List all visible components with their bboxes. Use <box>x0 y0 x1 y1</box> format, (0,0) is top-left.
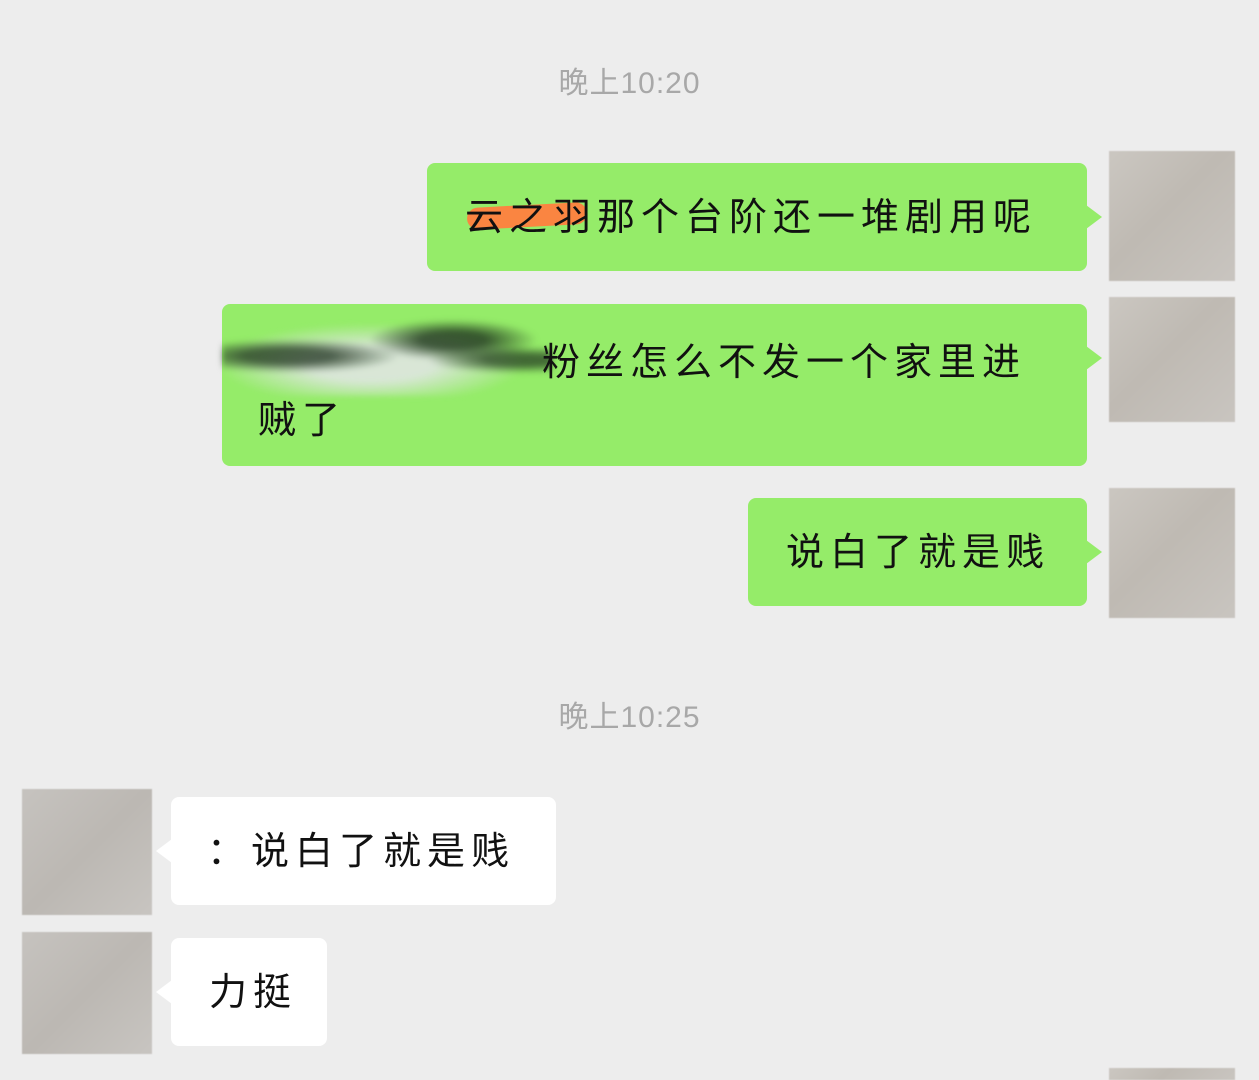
outgoing-message-bubble[interactable]: 说白了就是贱 <box>748 498 1102 606</box>
contact-avatar[interactable] <box>22 789 152 915</box>
incoming-message-bubble[interactable]: ：说白了就是贱 <box>156 797 556 905</box>
contact-avatar[interactable] <box>22 932 152 1054</box>
message-text: 云之羽那个台阶还一堆剧用呢 <box>465 195 1038 239</box>
incoming-message-bubble[interactable]: 力挺 <box>156 938 327 1046</box>
my-avatar[interactable] <box>1109 1068 1235 1080</box>
my-avatar[interactable] <box>1109 151 1235 281</box>
message-text: 力挺 <box>209 970 298 1014</box>
redaction-blur <box>222 316 552 396</box>
timestamp: 晚上10:20 <box>558 67 701 100</box>
timestamp: 晚上10:25 <box>558 701 701 734</box>
chat-window: 晚上10:20 云之羽那个台阶还一堆剧用呢 粉丝怎么不发一个家里进贼了 说白了就… <box>0 0 1259 1080</box>
message-text: ：说白了就是贱 <box>207 829 516 873</box>
outgoing-message-bubble[interactable]: 粉丝怎么不发一个家里进贼了 <box>222 304 1102 466</box>
outgoing-message-bubble[interactable]: 云之羽那个台阶还一堆剧用呢 <box>427 163 1102 271</box>
message-text: 说白了就是贱 <box>786 530 1051 574</box>
my-avatar[interactable] <box>1109 488 1235 618</box>
my-avatar[interactable] <box>1109 297 1235 422</box>
